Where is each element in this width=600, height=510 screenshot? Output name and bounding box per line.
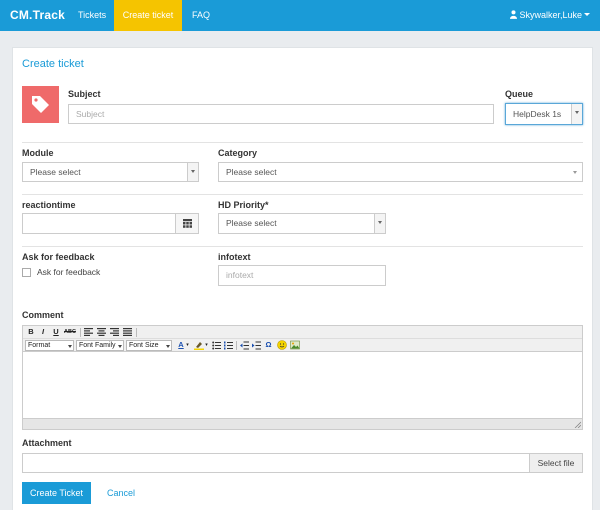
infotext-input[interactable]: infotext (218, 265, 386, 286)
nav-create-ticket[interactable]: Create ticket (114, 0, 182, 31)
align-right-icon[interactable] (110, 328, 119, 336)
category-label: Category (218, 148, 258, 158)
chevron-down-icon (374, 214, 385, 233)
chevron-down-icon[interactable]: ▾ (185, 340, 190, 350)
module-select[interactable]: Please select (22, 162, 199, 182)
toolbar-separator (80, 328, 81, 337)
brand-logo[interactable]: CM.Track (10, 8, 65, 22)
bullet-list-icon[interactable] (212, 341, 221, 350)
font-family-dropdown[interactable]: Font Family (76, 340, 124, 351)
category-select[interactable]: Please select (218, 162, 583, 182)
divider (22, 194, 583, 195)
italic-icon[interactable]: I (39, 327, 47, 337)
ticket-icon (22, 86, 59, 123)
calendar-button[interactable] (175, 214, 198, 233)
bold-icon[interactable]: B (27, 327, 35, 337)
divider (22, 246, 583, 247)
font-size-dropdown[interactable]: Font Size (126, 340, 172, 351)
create-ticket-panel: Create ticket Subject Subject Queue Help… (12, 47, 593, 510)
format-dropdown[interactable]: Format (25, 340, 74, 351)
select-file-button[interactable]: Select file (529, 454, 582, 472)
align-center-icon[interactable] (97, 328, 106, 336)
calendar-icon (183, 219, 192, 228)
underline-icon[interactable]: U (52, 327, 60, 337)
insert-image-icon[interactable] (290, 340, 300, 350)
infotext-label: infotext (218, 252, 251, 262)
toolbar-separator (236, 341, 237, 350)
chevron-down-icon (584, 13, 590, 16)
hd-priority-select[interactable]: Please select (218, 213, 386, 234)
editor-statusbar (23, 418, 582, 429)
queue-select[interactable]: HelpDesk 1s (505, 103, 583, 125)
chevron-down-icon[interactable]: ▾ (204, 340, 209, 350)
cancel-link[interactable]: Cancel (107, 482, 135, 504)
module-label: Module (22, 148, 54, 158)
toolbar-separator (136, 328, 137, 337)
chevron-down-icon (187, 163, 198, 181)
subject-label: Subject (68, 89, 101, 99)
reactiontime-input[interactable] (22, 213, 199, 234)
chevron-down-icon (571, 104, 582, 124)
feedback-label: Ask for feedback (22, 252, 95, 262)
top-navbar: CM.Track Tickets Create ticket FAQ Skywa… (0, 0, 600, 31)
outdent-icon[interactable] (240, 341, 249, 350)
attachment-label: Attachment (22, 438, 72, 448)
user-menu[interactable]: Skywalker,Luke (510, 0, 590, 31)
divider (22, 142, 583, 143)
align-left-icon[interactable] (84, 328, 93, 336)
queue-label: Queue (505, 89, 534, 99)
user-name: Skywalker,Luke (519, 10, 582, 20)
indent-icon[interactable] (252, 341, 261, 350)
comment-textarea[interactable] (23, 353, 582, 418)
comment-editor: B I U ABC Format Font Family Font Size A… (22, 325, 583, 430)
text-color-icon[interactable]: A (177, 340, 185, 350)
nav-faq[interactable]: FAQ (183, 0, 219, 31)
feedback-checkbox-label[interactable]: Ask for feedback (37, 267, 100, 277)
subject-input[interactable]: Subject (68, 104, 494, 124)
align-justify-icon[interactable] (123, 328, 132, 336)
reactiontime-label: reactiontime (22, 200, 76, 210)
attachment-input[interactable]: Select file (22, 453, 583, 473)
comment-label: Comment (22, 310, 64, 320)
create-ticket-button[interactable]: Create Ticket (22, 482, 91, 504)
editor-toolbar-row-1: B I U ABC (23, 326, 582, 339)
feedback-checkbox[interactable] (22, 268, 31, 277)
highlight-color-icon[interactable] (194, 341, 204, 350)
special-char-icon[interactable]: Ω (264, 340, 273, 350)
user-icon (510, 10, 518, 19)
numbered-list-icon[interactable] (224, 341, 233, 350)
tag-icon (32, 96, 49, 113)
strikethrough-icon[interactable]: ABC (64, 327, 76, 337)
editor-toolbar-row-2: Format Font Family Font Size A ▾ ▾ Ω (23, 339, 582, 352)
hd-priority-label: HD Priority* (218, 200, 269, 210)
page-title: Create ticket (22, 58, 84, 70)
nav-tickets[interactable]: Tickets (69, 0, 115, 31)
resize-handle-icon[interactable] (574, 421, 581, 428)
emoticon-icon[interactable] (277, 340, 287, 350)
